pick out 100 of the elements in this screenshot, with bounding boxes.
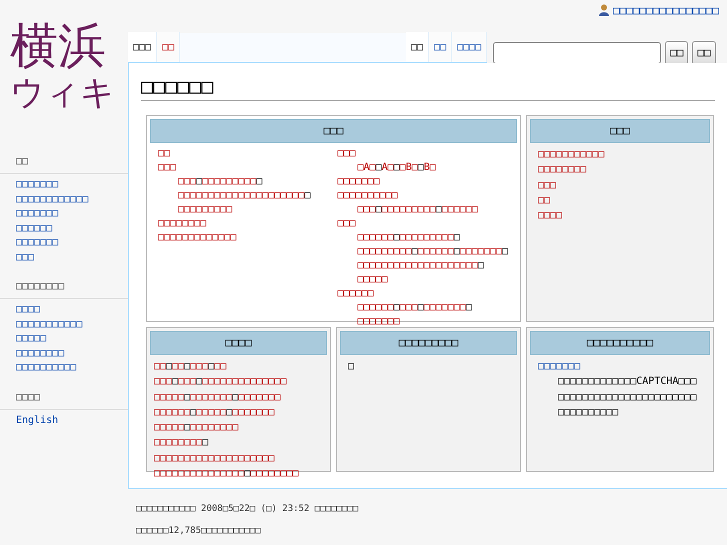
separator: □ bbox=[232, 392, 238, 403]
link[interactable]: □□ bbox=[172, 361, 184, 372]
link[interactable]: □□□□□□□ bbox=[538, 359, 702, 374]
link[interactable]: □□□□ bbox=[538, 208, 562, 224]
footer-text: □□□□□□□□□□□ 2008□5□22□ (□) 23:52 □□□□□□□□ bbox=[136, 503, 360, 516]
search-button[interactable]: □□ bbox=[665, 41, 688, 65]
link[interactable]: □□ bbox=[154, 361, 166, 372]
link[interactable]: □□□□□□□ bbox=[424, 302, 466, 313]
sidebar-link[interactable]: □□□□□□ bbox=[0, 222, 128, 236]
search-button[interactable]: □□ bbox=[692, 41, 716, 65]
link[interactable]: □□□□□□□□□□ bbox=[338, 189, 398, 203]
search-field[interactable] bbox=[493, 42, 662, 64]
link[interactable]: □□□□□□□□□□□□□□□□□□□□ bbox=[154, 452, 274, 464]
link[interactable]: □□□□□□□ bbox=[460, 246, 502, 257]
link[interactable]: □□□□□□ bbox=[442, 204, 478, 215]
logo-text[interactable]: ウィキ bbox=[10, 76, 115, 110]
link[interactable]: □□□□□□ bbox=[338, 287, 374, 301]
separator: □ bbox=[376, 204, 382, 215]
separator: □ bbox=[166, 361, 172, 372]
link[interactable]: □□□□□□□□□□□□□□□ bbox=[358, 260, 448, 271]
sidebar-link[interactable]: □□□□□□□ bbox=[0, 207, 128, 222]
link[interactable]: □□□ bbox=[154, 376, 172, 388]
link[interactable]: □□□□□□□□□ bbox=[400, 232, 454, 243]
link[interactable]: □□□□□□□□ bbox=[154, 437, 202, 448]
link[interactable]: □A□ bbox=[358, 162, 376, 173]
sidebar-link[interactable]: □□□□□□□□□□□□ bbox=[0, 192, 128, 207]
link[interactable]: □□□□□□□□□□□□□□ bbox=[202, 376, 286, 388]
separator: □ bbox=[394, 302, 400, 313]
link[interactable]: □B□ bbox=[400, 162, 418, 173]
link[interactable]: □□□□□□□ bbox=[338, 175, 380, 189]
box-title: □□□□ bbox=[150, 331, 327, 355]
link[interactable]: □□□□□ bbox=[154, 422, 184, 434]
link[interactable]: B□ bbox=[424, 162, 436, 173]
link[interactable]: □□□ bbox=[338, 217, 356, 231]
link[interactable]: □□□□□□□□□ bbox=[382, 204, 436, 215]
link[interactable]: □□□□□□ bbox=[358, 232, 394, 243]
link[interactable]: □□□□□□□□□ bbox=[358, 246, 412, 257]
separator: □ bbox=[394, 162, 400, 173]
sidebar-link[interactable]: □□□ bbox=[0, 250, 128, 265]
link[interactable]: □□□□□□□□□□□□□□□ bbox=[178, 190, 268, 201]
link[interactable]: □□□□□□□ bbox=[358, 316, 400, 327]
link[interactable]: □□□ bbox=[358, 204, 376, 215]
logo-text[interactable]: 横浜 bbox=[10, 22, 106, 70]
link[interactable]: □□□□□□□ bbox=[238, 392, 280, 403]
sidebar-link[interactable]: □□□□□□□□ bbox=[0, 346, 128, 361]
separator: □ bbox=[304, 190, 310, 201]
link[interactable]: □□□□□□□□ bbox=[538, 162, 586, 178]
link[interactable]: □□□ bbox=[178, 376, 196, 388]
sidebar-link[interactable]: □□□□□□□□□□ bbox=[0, 361, 128, 376]
link[interactable]: □□□ bbox=[190, 361, 208, 372]
link[interactable]: □□□ bbox=[436, 246, 454, 257]
separator: □ bbox=[454, 232, 460, 243]
link[interactable]: □□□ bbox=[158, 161, 176, 175]
tab[interactable]: □□□ bbox=[128, 32, 158, 62]
sidebar-link[interactable]: □□□□□□□ bbox=[0, 236, 128, 250]
separator: □ bbox=[172, 376, 178, 388]
separator: □ bbox=[184, 422, 190, 434]
tab[interactable]: □□ bbox=[406, 32, 430, 62]
link[interactable]: □□□□□□□ bbox=[190, 392, 232, 403]
link[interactable]: □□□ bbox=[400, 302, 418, 313]
tab[interactable]: □□□□ bbox=[452, 32, 488, 62]
link[interactable]: □□□□□ bbox=[358, 274, 388, 285]
link[interactable]: □□ bbox=[158, 147, 170, 161]
link[interactable]: □□□□□□□ bbox=[232, 406, 274, 418]
separator: □ bbox=[412, 246, 418, 257]
tab[interactable]: □□ bbox=[429, 32, 452, 62]
link[interactable]: □□ bbox=[538, 192, 550, 208]
link[interactable]: □□□□□ bbox=[448, 260, 478, 271]
sidebar-link[interactable]: □□□□ bbox=[0, 303, 128, 318]
link[interactable]: □□□□□□□□□□□ bbox=[538, 147, 604, 162]
sidebar-link[interactable]: □□□□□□□ bbox=[0, 178, 128, 192]
tab[interactable]: □□ bbox=[157, 32, 180, 62]
link[interactable]: □□□□□□□□□ bbox=[178, 204, 232, 215]
link[interactable]: □□□□□□□□ bbox=[190, 422, 238, 434]
link[interactable]: □□□□□□□□□ bbox=[202, 176, 256, 187]
sidebar-link[interactable]: □□□□□□□□□□□ bbox=[0, 318, 128, 332]
separator: □ bbox=[196, 376, 202, 388]
sidebar-link[interactable]: □□□□□ bbox=[0, 332, 128, 346]
link[interactable]: □□□ bbox=[538, 178, 556, 193]
link[interactable]: □□□□□□ bbox=[358, 302, 394, 313]
link[interactable]: □□□□□□□□ bbox=[158, 217, 206, 231]
link[interactable]: □□□□□□□□ bbox=[250, 468, 299, 480]
box-title: □□□□□□□□□□ bbox=[530, 331, 710, 355]
link[interactable]: A□ bbox=[382, 162, 394, 173]
separator: □ bbox=[466, 302, 472, 313]
link[interactable]: □□□□□□□□□□□□□ bbox=[158, 231, 236, 245]
link[interactable]: □□ bbox=[214, 361, 226, 372]
link[interactable]: □□□ bbox=[418, 246, 436, 257]
link[interactable]: □□□□□ bbox=[154, 392, 184, 403]
sidebar-link[interactable]: English bbox=[0, 414, 128, 428]
link[interactable]: □□□□□□ bbox=[154, 406, 190, 418]
link[interactable]: □□□□□ bbox=[196, 406, 226, 418]
link[interactable]: □□□□□□□□□□□□□□□ bbox=[154, 468, 244, 480]
link[interactable]: □□□□□□ bbox=[268, 190, 304, 201]
link[interactable]: □□□ bbox=[338, 147, 356, 161]
separator: □ bbox=[418, 302, 424, 313]
user-icon bbox=[599, 4, 610, 16]
link[interactable]: □□□ bbox=[178, 176, 196, 187]
separator: □ bbox=[376, 162, 382, 173]
login-link[interactable]: □□□□□□□□□□□□□□□□ bbox=[613, 3, 719, 20]
